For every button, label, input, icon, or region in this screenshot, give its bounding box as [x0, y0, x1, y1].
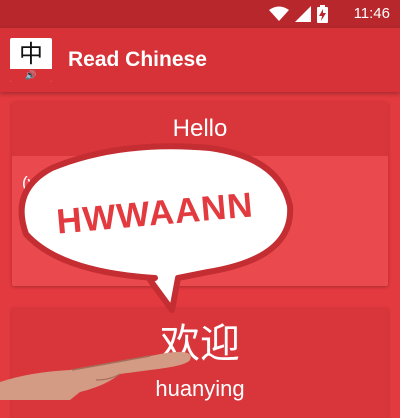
logo-glyph: 中: [19, 40, 43, 68]
speaker-icon: 🔊: [10, 69, 52, 82]
english-card[interactable]: Hello (v) A amongst fri: [12, 102, 388, 286]
pointing-hand-icon: [0, 351, 191, 400]
english-definition: (v) A amongst fri: [22, 173, 145, 192]
app-title: Read Chinese: [68, 48, 207, 71]
app-logo: 中 🔊: [10, 38, 52, 82]
status-bar: 11:46: [0, 0, 400, 28]
english-word: Hello: [12, 102, 388, 156]
battery-charging-icon: [317, 5, 328, 23]
app-bar: 中 🔊 Read Chinese: [0, 28, 400, 92]
signal-icon: [295, 6, 311, 22]
status-time: 11:46: [353, 5, 390, 22]
wifi-icon: [269, 6, 289, 21]
